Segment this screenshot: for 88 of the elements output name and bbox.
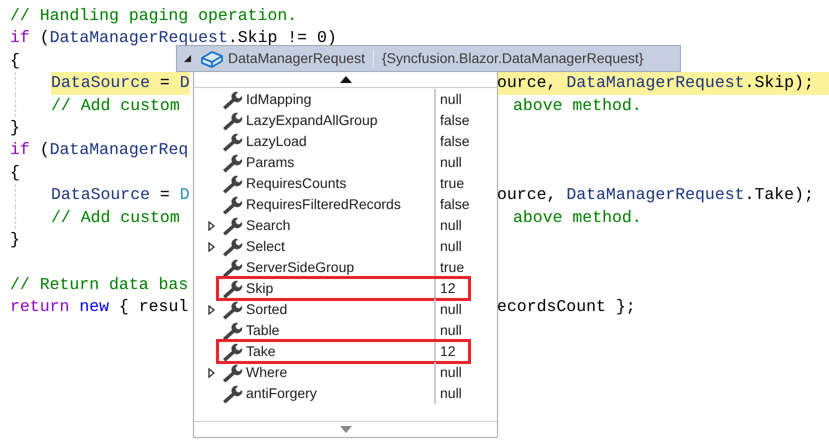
expand-icon[interactable] [183, 54, 192, 63]
wrench-icon [221, 174, 243, 194]
property-name: Select [246, 237, 285, 256]
wrench-icon [221, 320, 243, 340]
expand-icon[interactable] [208, 220, 215, 230]
wrench-icon [221, 90, 243, 110]
property-value: null [434, 89, 497, 110]
property-value: null [434, 236, 497, 257]
code-text: ( [38, 27, 50, 50]
wrench-icon [221, 216, 243, 236]
property-name: Take [246, 342, 276, 361]
property-name: Table [246, 321, 280, 340]
expand-icon[interactable] [208, 368, 215, 378]
code-keyword: new [79, 296, 110, 318]
variable-value: {Syncfusion.Blazor.DataManagerRequest} [382, 49, 644, 68]
property-value: null [434, 152, 497, 173]
property-name: Skip [246, 279, 274, 298]
code-identifier: DataSource [51, 184, 150, 206]
code-comment: above method. [513, 206, 642, 229]
code-text: { [10, 50, 20, 72]
code-text: { [10, 162, 20, 184]
code-text: ource, [497, 72, 558, 94]
variable-name: DataManagerRequest [228, 49, 365, 68]
wrench-icon [221, 258, 243, 278]
code-text: ecordsCount }; [497, 296, 636, 318]
property-name: ServerSideGroup [246, 258, 354, 277]
property-name: RequiresCounts [246, 174, 346, 193]
property-name: Params [246, 153, 294, 172]
wrench-icon [221, 152, 243, 172]
code-text: } [10, 228, 20, 251]
wrench-icon [221, 300, 243, 320]
wrench-icon [221, 362, 243, 382]
property-name: LazyLoad [246, 132, 307, 151]
property-value: true [434, 173, 497, 194]
code-keyword: return [10, 296, 70, 318]
code-comment: // Return data bas [10, 274, 188, 296]
code-text: { resul [118, 296, 188, 318]
code-comment: // Add custom [51, 206, 180, 229]
property-name: RequiresFilteredRecords [246, 195, 401, 214]
code-identifier: DataManagerRequest [50, 27, 228, 50]
code-text: .Skip); [744, 72, 814, 94]
property-name: Search [246, 216, 290, 235]
property-value: false [434, 194, 497, 215]
scroll-up-icon[interactable] [340, 76, 352, 83]
code-comment: // Add custom [51, 94, 180, 117]
property-value: 12 [434, 341, 497, 362]
code-text: .Take); [744, 184, 814, 206]
code-identifier: DataManagerReq [50, 139, 188, 162]
property-value: false [434, 131, 497, 152]
code-identifier: D [180, 184, 190, 206]
property-value: false [434, 110, 497, 131]
code-text: ource, [497, 184, 558, 206]
wrench-icon [221, 110, 243, 130]
code-keyword: if [10, 27, 30, 50]
wrench-icon [221, 132, 243, 152]
code-keyword: if [10, 139, 30, 162]
property-value: null [434, 299, 497, 320]
code-comment: above method. [513, 94, 642, 117]
wrench-icon [221, 236, 243, 256]
property-value: null [434, 383, 497, 404]
code-identifier: DataManagerRequest [566, 184, 745, 206]
code-identifier: DataSource [51, 72, 150, 94]
wrench-icon [221, 278, 243, 298]
code-text: = [158, 184, 171, 206]
property-value: null [434, 215, 497, 236]
property-value: true [434, 257, 497, 278]
wrench-icon [221, 384, 243, 404]
property-name: LazyExpandAllGroup [246, 111, 378, 130]
wrench-icon [221, 342, 243, 362]
property-name: Sorted [246, 300, 288, 319]
code-comment: // Handling paging operation. [10, 5, 298, 27]
property-value: null [434, 320, 497, 341]
property-value: 12 [434, 278, 497, 299]
property-name: Where [246, 363, 288, 382]
expand-icon[interactable] [208, 304, 215, 314]
code-text: .Skip != 0) [228, 27, 337, 50]
code-text: ( [38, 139, 50, 162]
expand-icon[interactable] [208, 242, 215, 252]
property-value: null [434, 362, 497, 383]
scroll-down-icon[interactable] [340, 426, 352, 433]
code-text: } [10, 116, 20, 139]
property-name: IdMapping [246, 90, 312, 109]
code-identifier: DataManagerRequest [566, 72, 745, 94]
code-identifier: D [180, 72, 190, 94]
property-name: antiForgery [246, 384, 317, 403]
wrench-icon [221, 194, 243, 214]
cube-icon [200, 48, 224, 68]
code-text: = [158, 72, 171, 94]
